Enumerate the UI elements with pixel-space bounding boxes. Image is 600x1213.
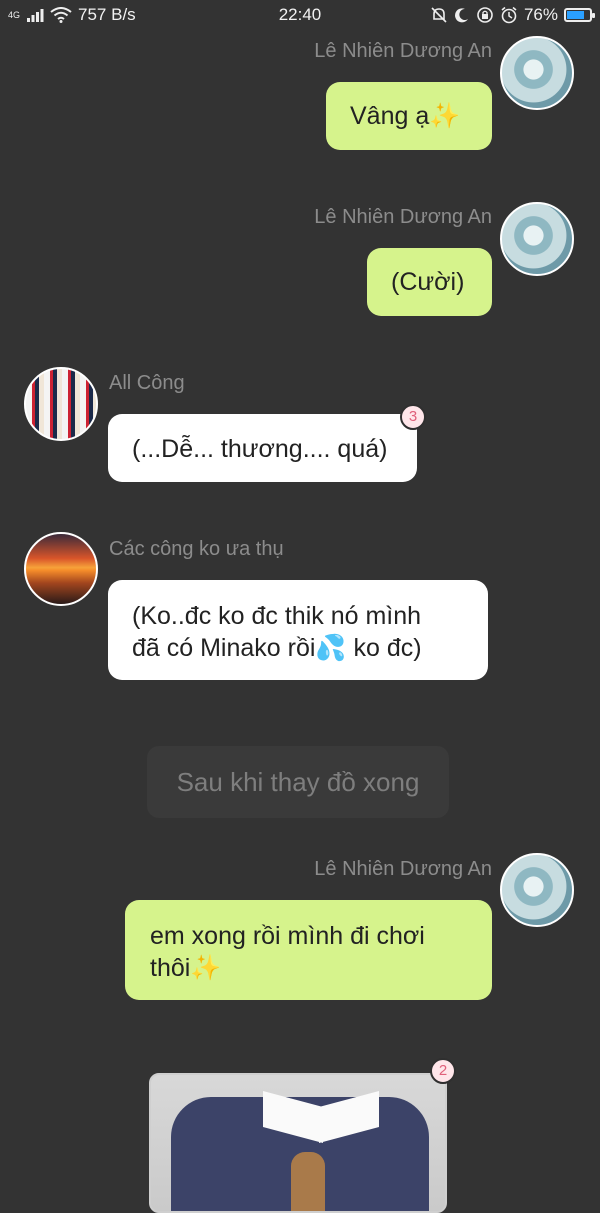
message-bubble[interactable]: (Cười): [367, 248, 492, 316]
battery-fill: [567, 11, 584, 19]
photo-bear-print: [291, 1152, 325, 1211]
battery-icon: [564, 8, 595, 22]
reaction-count-badge[interactable]: 2: [430, 1058, 456, 1084]
message-text: Vâng ạ✨: [350, 102, 461, 130]
message-text-line: em xong rồi mình đi chơi: [150, 922, 425, 950]
narration-block: Sau khi thay đồ xong: [147, 746, 449, 818]
message-bubble[interactable]: (Ko..đc ko đc thik nó mình đã có Minako …: [108, 580, 488, 680]
avatar[interactable]: [500, 202, 574, 276]
sender-name: Lê Nhiên Dương An: [314, 858, 492, 880]
message-bubble[interactable]: em xong rồi mình đi chơi thôi✨: [125, 900, 492, 1000]
reaction-count-badge[interactable]: 3: [400, 404, 426, 430]
message-text: (...Dễ... thương.... quá): [132, 435, 388, 463]
avatar[interactable]: [24, 532, 98, 606]
alarm-icon: [501, 6, 517, 24]
message-text: (Cười): [391, 268, 465, 296]
photo-collar: [319, 1090, 379, 1144]
moon-icon: [455, 8, 468, 23]
sender-name: Lê Nhiên Dương An: [314, 206, 492, 228]
message-text-line: thôi✨: [150, 954, 222, 982]
photo-sweater: [171, 1090, 429, 1211]
photo-collar: [263, 1090, 323, 1144]
battery-percent: 76%: [523, 5, 558, 24]
message-text-line: đã có Minako rồi💦 ko đc): [132, 634, 422, 662]
status-right: 76%: [430, 5, 595, 25]
bell-off-icon: [431, 7, 447, 23]
message-text-line: (Ko..đc ko đc thik nó mình: [132, 602, 422, 630]
avatar[interactable]: [500, 853, 574, 927]
message-bubble[interactable]: (...Dễ... thương.... quá): [108, 414, 417, 482]
avatar[interactable]: [24, 367, 98, 441]
photo-message[interactable]: [149, 1073, 447, 1213]
message-bubble[interactable]: Vâng ạ✨: [326, 82, 492, 150]
sender-name: Lê Nhiên Dương An: [314, 40, 492, 62]
sender-name: All Công: [109, 372, 185, 394]
rotation-lock-icon: [477, 7, 493, 23]
status-bar: 4G 757 B/s 22:40 76%: [0, 0, 600, 32]
avatar[interactable]: [500, 36, 574, 110]
sender-name: Các công ko ưa thụ: [109, 538, 284, 560]
